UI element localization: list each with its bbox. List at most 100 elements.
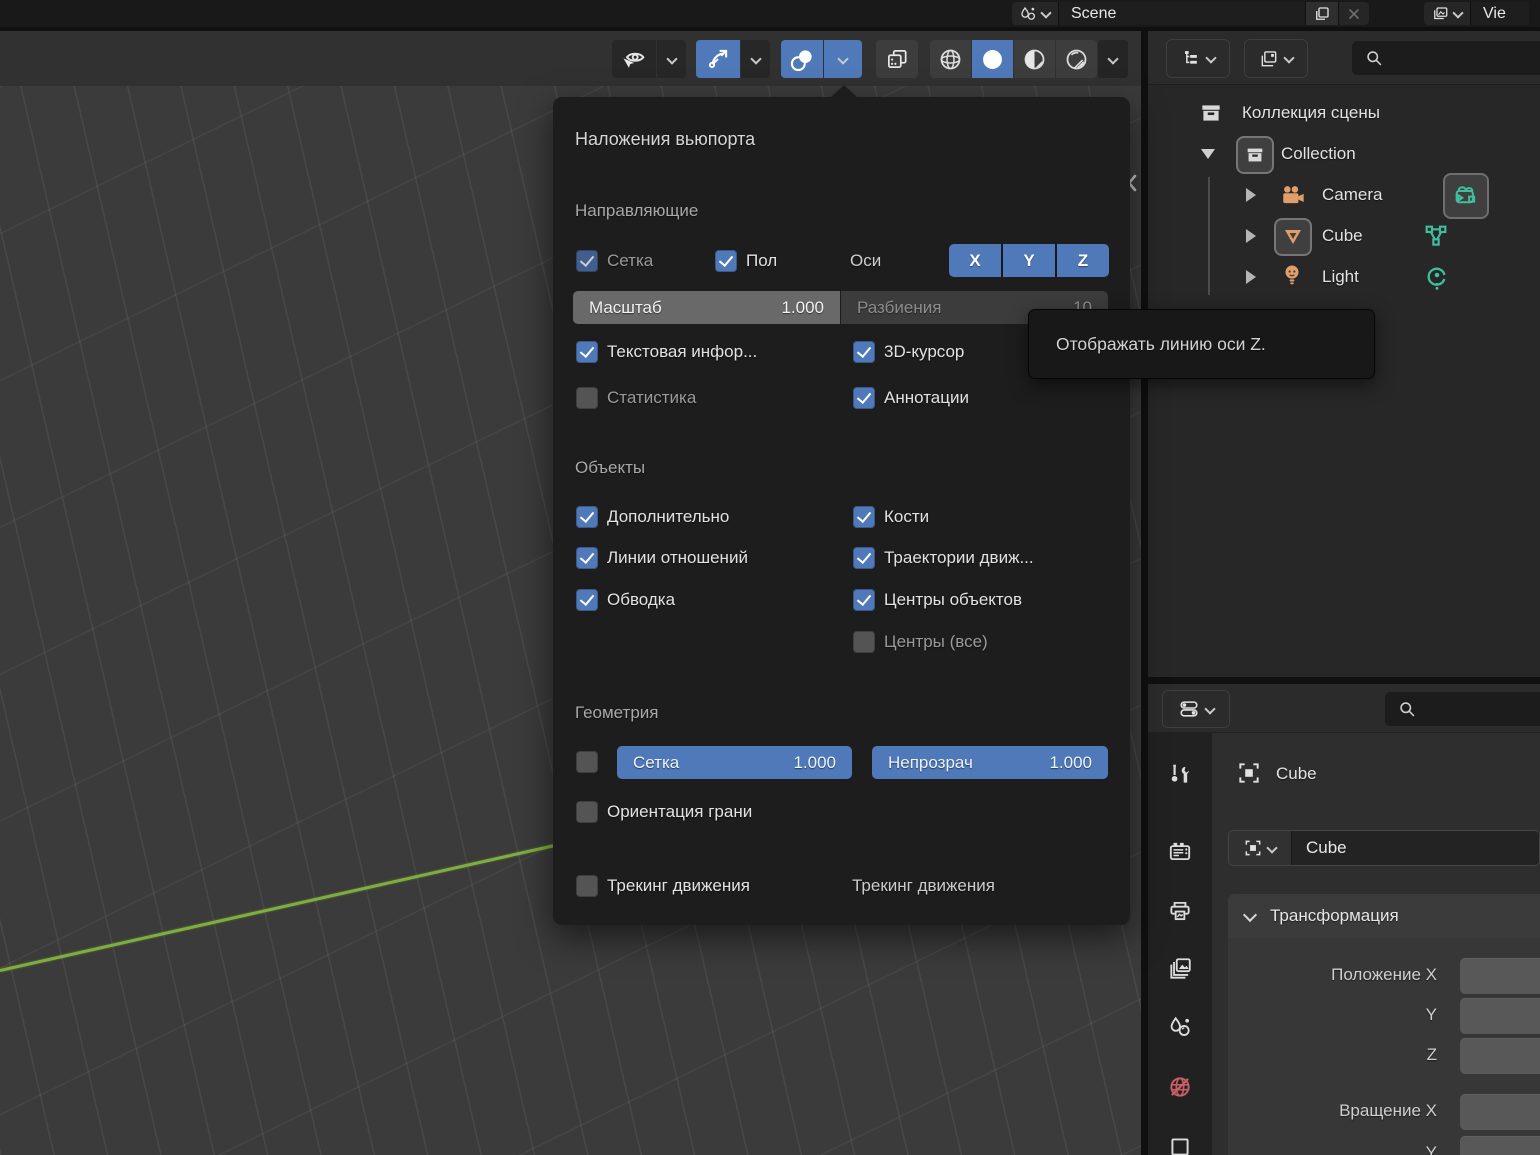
tab-object[interactable]: [1160, 1127, 1200, 1155]
cube-label: Cube: [1322, 225, 1363, 247]
checkbox-bones-label: Кости: [884, 506, 929, 528]
checkbox-annotations-label: Аннотации: [884, 387, 969, 409]
tooltip: Отображать линию оси Z.: [1028, 309, 1375, 379]
axis-z-toggle[interactable]: Z: [1055, 244, 1109, 277]
checkbox-face-orientation[interactable]: [576, 801, 598, 823]
checkbox-bones[interactable]: [853, 506, 875, 528]
show-gizmo-button[interactable]: [696, 40, 740, 78]
light-data-icon[interactable]: [1421, 261, 1453, 293]
tooltip-text: Отображать линию оси Z.: [1029, 334, 1266, 355]
rotation-x-input[interactable]: [1460, 1094, 1540, 1130]
chevron-down-icon: [838, 55, 848, 64]
show-overlays-button[interactable]: [781, 40, 823, 78]
photos-stack-icon: [1259, 49, 1279, 69]
object-visibility-button[interactable]: [612, 40, 656, 78]
checkbox-extras-label: Дополнительно: [607, 506, 729, 528]
outliner-row-collection[interactable]: Collection: [1148, 133, 1540, 174]
delete-scene-button[interactable]: [1339, 2, 1369, 25]
rotation-y-input[interactable]: [1460, 1136, 1540, 1155]
properties-content: Cube Cube Трансформация Положение X Y: [1212, 732, 1540, 1155]
checkbox-outline[interactable]: [576, 589, 598, 611]
outliner-header: [1148, 31, 1540, 85]
checkbox-text-info[interactable]: [576, 341, 598, 363]
tab-world[interactable]: [1160, 1067, 1200, 1107]
scene-icon: [1019, 5, 1037, 23]
object-visibility-dropdown[interactable]: [657, 40, 686, 78]
expand-caret-icon[interactable]: [1201, 149, 1215, 159]
tab-scene[interactable]: [1160, 1007, 1200, 1047]
display-mode-button[interactable]: [1244, 39, 1308, 78]
gizmo-icon: [705, 46, 731, 72]
opacity-slider[interactable]: Непрозрач 1.000: [872, 746, 1108, 779]
shading-solid-button[interactable]: [972, 40, 1013, 78]
mesh-data-icon[interactable]: [1420, 220, 1452, 252]
section-objects: Объекты: [575, 458, 645, 478]
checkbox-origins[interactable]: [853, 589, 875, 611]
location-x-input[interactable]: [1460, 958, 1540, 994]
checkbox-wireframe[interactable]: [576, 751, 598, 773]
grid-scale-slider[interactable]: Масштаб 1.000: [573, 291, 840, 324]
new-scene-button[interactable]: [1306, 2, 1338, 25]
view-layer-field[interactable]: Vie: [1471, 2, 1529, 25]
outliner-row-camera[interactable]: Camera: [1148, 174, 1540, 215]
object-id-icon-segment[interactable]: [1229, 831, 1292, 865]
wireframe-sphere-icon: [937, 46, 964, 73]
collapse-caret-icon[interactable]: [1246, 270, 1256, 284]
properties-editor-type-button[interactable]: [1162, 690, 1230, 728]
collection-label: Collection: [1281, 143, 1356, 165]
gizmo-dropdown[interactable]: [741, 40, 770, 78]
checkbox-face-orientation-label: Ориентация грани: [607, 801, 752, 823]
location-z-input[interactable]: [1460, 1038, 1540, 1074]
axes-toggle-group: X Y Z: [949, 244, 1109, 277]
shading-wireframe-button[interactable]: [930, 40, 971, 78]
tab-tool[interactable]: [1160, 755, 1200, 795]
checkbox-floor[interactable]: [715, 250, 737, 272]
checkbox-statistics-label: Статистика: [607, 387, 696, 409]
overlays-dropdown[interactable]: [824, 40, 862, 78]
outliner-search-input[interactable]: [1352, 41, 1540, 75]
outliner-row-light[interactable]: Light: [1148, 256, 1540, 297]
scene-name-field[interactable]: Scene: [1059, 2, 1305, 25]
shading-material-button[interactable]: [1014, 40, 1055, 78]
transform-panel: Трансформация Положение X Y Z Вращение X…: [1228, 894, 1540, 1155]
checkbox-motion-paths[interactable]: [853, 547, 875, 569]
tab-output[interactable]: [1160, 891, 1200, 931]
transform-panel-header[interactable]: Трансформация: [1228, 894, 1540, 938]
tab-view-layer[interactable]: [1160, 949, 1200, 989]
scene-collection-label: Коллекция сцены: [1242, 102, 1380, 124]
properties-search-input[interactable]: [1385, 692, 1540, 726]
axis-x-toggle[interactable]: X: [949, 244, 1001, 277]
tab-render[interactable]: [1160, 831, 1200, 871]
object-id-field[interactable]: Cube: [1228, 830, 1540, 866]
axis-y-toggle[interactable]: Y: [1001, 244, 1055, 277]
outliner-row-scene-collection[interactable]: Коллекция сцены: [1148, 92, 1540, 133]
wireframe-slider[interactable]: Сетка 1.000: [617, 746, 852, 779]
collapse-caret-icon[interactable]: [1246, 229, 1256, 243]
chevron-down-icon: [1284, 54, 1294, 63]
checkbox-statistics[interactable]: [576, 387, 598, 409]
outliner-row-cube[interactable]: Cube: [1148, 215, 1540, 256]
shading-rendered-button[interactable]: [1056, 40, 1097, 78]
rotation-x-label: Вращение X: [1228, 1101, 1437, 1121]
checkbox-3d-cursor[interactable]: [853, 341, 875, 363]
checkbox-origins-all[interactable]: [853, 631, 875, 653]
checkbox-motion-tracking[interactable]: [576, 875, 598, 897]
shading-dropdown[interactable]: [1098, 40, 1128, 78]
collapse-caret-icon[interactable]: [1246, 188, 1256, 202]
view-layer-button[interactable]: [1424, 2, 1470, 25]
collection-box-icon: [1198, 100, 1224, 126]
checkbox-annotations[interactable]: [853, 387, 875, 409]
checkbox-outline-label: Обводка: [607, 589, 675, 611]
object-id-name: Cube: [1292, 831, 1539, 865]
camera-data-icon[interactable]: [1443, 173, 1489, 219]
editor-type-button[interactable]: [1166, 39, 1230, 78]
scene-selector-button[interactable]: [1012, 2, 1058, 25]
close-icon: [1346, 6, 1362, 22]
checkbox-grid[interactable]: [576, 250, 598, 272]
chevron-down-icon: [1206, 54, 1216, 63]
y-axis-line: [0, 842, 566, 972]
location-y-input[interactable]: [1460, 998, 1540, 1034]
checkbox-relationship-lines[interactable]: [576, 547, 598, 569]
xray-toggle-button[interactable]: [876, 40, 918, 78]
checkbox-extras[interactable]: [576, 506, 598, 528]
